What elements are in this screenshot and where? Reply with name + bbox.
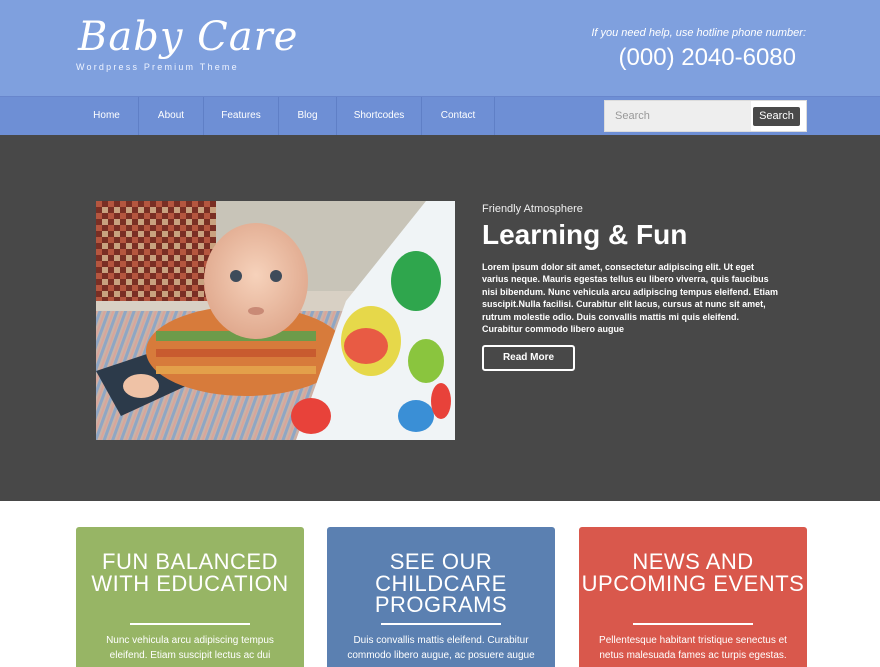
search-input[interactable] bbox=[605, 101, 751, 131]
hero-title: Learning & Fun bbox=[482, 219, 688, 250]
feature-box-text: Nunc vehicula arcu adipiscing tempus ele… bbox=[106, 635, 274, 661]
hero-description: Lorem ipsum dolor sit amet, consectetur … bbox=[482, 262, 779, 335]
nav-item-blog[interactable]: Blog bbox=[279, 97, 337, 135]
site-logo[interactable]: Baby Care bbox=[78, 14, 298, 60]
feature-box-title: FUN BALANCED WITH EDUCATION bbox=[91, 549, 289, 596]
hero-kicker: Friendly Atmosphere bbox=[482, 203, 583, 215]
nav-item-features[interactable]: Features bbox=[204, 97, 279, 135]
search-button[interactable]: Search bbox=[753, 107, 800, 126]
feature-box-news[interactable]: NEWS AND UPCOMING EVENTS Pellentesque ha… bbox=[579, 527, 807, 667]
feature-box-education[interactable]: FUN BALANCED WITH EDUCATION Nunc vehicul… bbox=[76, 527, 304, 667]
nav-item-contact[interactable]: Contact bbox=[422, 97, 495, 135]
feature-box-text: Pellentesque habitant tristique senectus… bbox=[599, 635, 787, 661]
feature-box-programs[interactable]: SEE OUR CHILDCARE PROGRAMS Duis convalli… bbox=[327, 527, 555, 667]
site-tagline: Wordpress Premium Theme bbox=[76, 62, 239, 72]
hero-section: Friendly Atmosphere Learning & Fun Lorem… bbox=[0, 135, 880, 501]
feature-box-text: Duis convallis mattis eleifend. Curabitu… bbox=[347, 635, 535, 661]
nav-menu: Home About Features Blog Shortcodes Cont… bbox=[75, 97, 495, 135]
nav-item-home[interactable]: Home bbox=[75, 97, 139, 135]
feature-box-divider bbox=[130, 623, 250, 625]
read-more-button[interactable]: Read More bbox=[482, 345, 575, 371]
main-nav: Home About Features Blog Shortcodes Cont… bbox=[0, 96, 880, 135]
site-header: Baby Care Wordpress Premium Theme If you… bbox=[0, 0, 880, 96]
nav-item-about[interactable]: About bbox=[139, 97, 204, 135]
nav-item-shortcodes[interactable]: Shortcodes bbox=[337, 97, 422, 135]
feature-box-title: NEWS AND UPCOMING EVENTS bbox=[581, 549, 805, 596]
feature-box-divider bbox=[633, 623, 753, 625]
hotline-label: If you need help, use hotline phone numb… bbox=[591, 27, 806, 39]
hotline-phone: (000) 2040-6080 bbox=[618, 44, 796, 71]
feature-box-title: SEE OUR CHILDCARE PROGRAMS bbox=[374, 549, 508, 617]
search-form: Search bbox=[604, 100, 807, 132]
hero-baby-photo bbox=[96, 201, 455, 440]
feature-box-divider bbox=[381, 623, 501, 625]
